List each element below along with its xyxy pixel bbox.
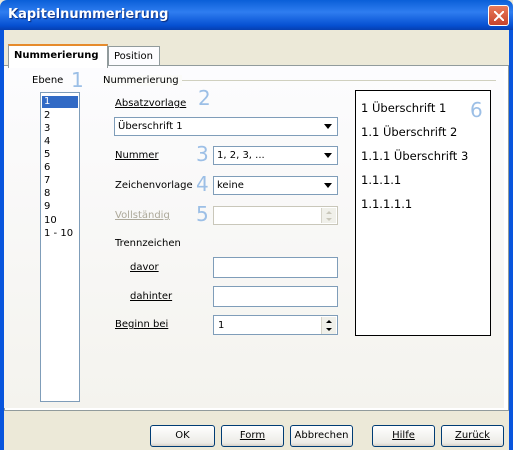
- abbrechen-button[interactable]: Abbrechen: [290, 425, 353, 447]
- list-item[interactable]: 5: [42, 149, 78, 161]
- window-frame-right: [509, 30, 513, 450]
- spin-up-icon: [326, 211, 332, 214]
- absatzvorlage-label: Absatzvorlage: [115, 98, 187, 109]
- absatzvorlage-dropdown-arrow[interactable]: [321, 119, 336, 134]
- davor-input[interactable]: [213, 257, 338, 278]
- zeichenvorlage-label-text: Zeichenvorlage: [115, 180, 193, 191]
- tab-nummerierung[interactable]: Nummerierung: [8, 44, 108, 68]
- vollstaendig-spinfield[interactable]: [213, 206, 338, 225]
- trennzeichen-label: Trennzeichen: [115, 238, 181, 249]
- dialog-window: Kapitelnummerierung Nummerierung Positio…: [0, 0, 513, 450]
- numbering-preview: 1 Überschrift 1 1.1 Überschrift 2 1.1.1 …: [355, 90, 491, 336]
- zeichenvorlage-dropdown[interactable]: keine: [213, 176, 338, 195]
- zeichenvorlage-value: keine: [217, 180, 244, 191]
- tab-nummerierung-label: Nummerierung: [14, 50, 99, 61]
- ok-button[interactable]: OK: [150, 425, 215, 447]
- spin-up-icon: [326, 320, 332, 323]
- list-item[interactable]: 3: [42, 123, 78, 135]
- hilfe-button-label: Hilfe: [392, 430, 415, 441]
- nummer-value: 1, 2, 3, ...: [217, 150, 265, 161]
- tab-position-label: Position: [114, 51, 153, 62]
- zurueck-button-label: Zurück: [455, 430, 490, 441]
- callout-number: 1: [71, 68, 84, 92]
- ebene-label: Ebene: [32, 75, 64, 86]
- zurueck-button[interactable]: Zurück: [441, 425, 504, 447]
- zeichenvorlage-label: Zeichenvorlage: [115, 180, 193, 191]
- callout-number: 5: [196, 202, 209, 226]
- chevron-down-icon: [324, 124, 332, 129]
- close-icon: [494, 11, 504, 21]
- beginn-bei-spinfield[interactable]: 1: [213, 315, 338, 335]
- ebene-listbox[interactable]: 1 2 3 4 5 6 7 8 9 10 1 - 10: [40, 92, 80, 402]
- zeichenvorlage-dropdown-arrow[interactable]: [321, 178, 336, 193]
- list-item[interactable]: 6: [42, 162, 78, 174]
- nummer-dropdown-arrow[interactable]: [321, 148, 336, 163]
- list-item[interactable]: 10: [42, 215, 78, 227]
- preview-line: 1.1.1.1: [361, 173, 402, 187]
- list-item[interactable]: 8: [42, 188, 78, 200]
- list-item[interactable]: 1 - 10: [42, 228, 78, 240]
- vollstaendig-spin-buttons[interactable]: [321, 208, 336, 223]
- callout-number: 6: [470, 98, 483, 122]
- preview-line: 1.1 Überschrift 2: [361, 125, 458, 139]
- form-button-label: Form: [239, 430, 266, 441]
- list-item[interactable]: 2: [42, 110, 78, 122]
- vollstaendig-label: Vollständig: [115, 210, 170, 221]
- hilfe-button[interactable]: Hilfe: [372, 425, 435, 447]
- beginn-bei-value: 1: [218, 320, 225, 331]
- chevron-down-icon: [324, 153, 332, 158]
- callout-number: 2: [198, 86, 211, 110]
- list-item[interactable]: 1: [42, 96, 78, 108]
- dahinter-input[interactable]: [213, 286, 338, 307]
- callout-number: 4: [196, 172, 209, 196]
- preview-line: 1.1.1.1.1: [361, 197, 413, 211]
- spin-down-icon: [326, 218, 332, 221]
- spin-down-icon: [326, 328, 332, 331]
- dialog-title: Kapitelnummerierung: [8, 7, 169, 22]
- list-item[interactable]: 9: [42, 201, 78, 213]
- beginn-bei-label: Beginn bei: [115, 319, 169, 330]
- davor-label: davor: [130, 262, 159, 273]
- dahinter-label: dahinter: [130, 291, 173, 302]
- preview-line: 1.1.1 Überschrift 3: [361, 149, 469, 163]
- beginn-bei-spin-buttons[interactable]: [321, 317, 336, 334]
- absatzvorlage-dropdown[interactable]: Überschrift 1: [114, 117, 338, 136]
- form-button[interactable]: Form: [221, 425, 284, 447]
- absatzvorlage-value: Überschrift 1: [118, 121, 183, 132]
- preview-line: 1 Überschrift 1: [361, 101, 447, 115]
- list-item[interactable]: 4: [42, 136, 78, 148]
- nummerierung-group-label: Nummerierung: [103, 75, 182, 86]
- nummer-label: Nummer: [115, 150, 159, 161]
- nummer-dropdown[interactable]: 1, 2, 3, ...: [213, 146, 338, 165]
- callout-number: 3: [196, 142, 209, 166]
- close-button[interactable]: [488, 5, 509, 26]
- title-bar[interactable]: Kapitelnummerierung: [0, 0, 513, 30]
- list-item[interactable]: 7: [42, 175, 78, 187]
- chevron-down-icon: [324, 183, 332, 188]
